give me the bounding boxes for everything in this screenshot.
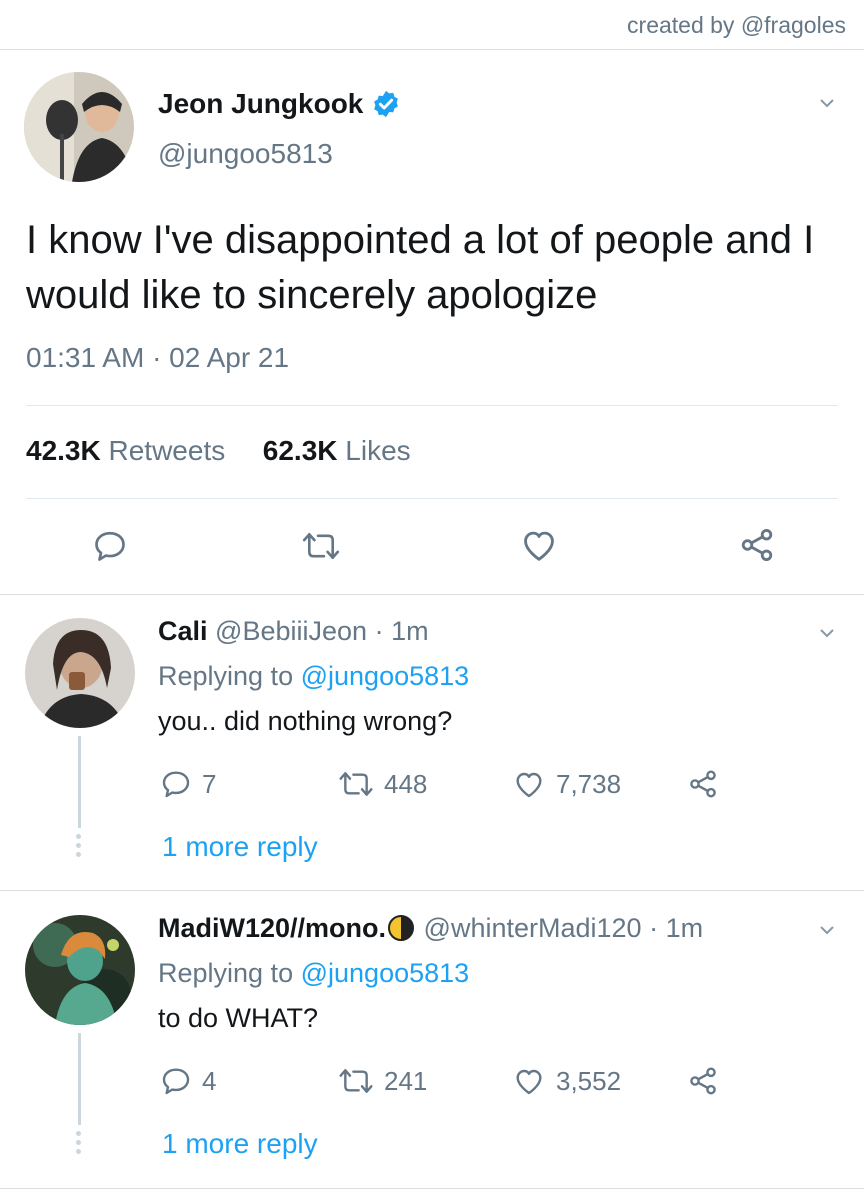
replying-to-label: Replying to (158, 958, 294, 988)
more-replies-link[interactable]: 1 more reply (162, 1128, 318, 1160)
retweet-icon[interactable] (338, 1065, 374, 1097)
likes-stat[interactable]: 62.3K Likes (263, 435, 411, 466)
more-replies-link[interactable]: 1 more reply (162, 831, 318, 863)
reply-author-name[interactable]: Cali (158, 616, 208, 646)
replying-to-link[interactable]: @jungoo5813 (301, 661, 470, 691)
replying-to: Replying to @jungoo5813 (158, 958, 469, 989)
retweet-icon[interactable] (302, 528, 340, 564)
credit-label: created by @fragoles (627, 12, 846, 38)
verified-badge-icon (374, 90, 399, 118)
share-icon[interactable] (737, 526, 777, 564)
likes-count: 62.3K (262, 435, 338, 466)
retweets-count: 42.3K (26, 435, 101, 466)
retweet-count: 241 (384, 1065, 428, 1096)
replying-to-label: Replying to (158, 661, 294, 691)
top-divider (0, 49, 864, 50)
reply-count: 4 (202, 1065, 217, 1096)
share-icon[interactable] (686, 1065, 720, 1097)
reply-icon[interactable] (92, 528, 128, 564)
reply-header: Cali @BebiiiJeon · 1m (158, 616, 429, 647)
main-tweet-divider (0, 594, 864, 595)
replying-to-link[interactable]: @jungoo5813 (301, 958, 470, 988)
retweets-label: Retweets (108, 435, 226, 466)
stats-bottom-divider (26, 498, 838, 499)
reply-text: to do WHAT? (158, 1003, 319, 1033)
chevron-down-icon[interactable] (820, 626, 834, 640)
reply-author-name[interactable]: MadiW120//mono. (158, 913, 386, 943)
separator-dot: · (374, 616, 384, 646)
reply-time[interactable]: 1m (666, 913, 704, 943)
like-icon[interactable] (512, 1065, 546, 1097)
reply-text: you.. did nothing wrong? (158, 706, 453, 736)
reply-divider (0, 890, 864, 891)
reply-avatar[interactable] (25, 618, 135, 728)
share-icon[interactable] (686, 768, 720, 800)
chevron-down-icon[interactable] (820, 923, 834, 937)
separator-dot: · (649, 913, 659, 943)
tweet-text: I know I've disappointed a lot of people… (26, 218, 815, 317)
thread-dots (76, 834, 82, 861)
retweet-count: 448 (384, 768, 428, 799)
tweet-timestamp[interactable]: 01:31 AM · 02 Apr 21 (26, 342, 289, 374)
bottom-divider (0, 1188, 864, 1189)
reply-header: MadiW120//mono. @whinterMadi120 · 1m (158, 913, 703, 944)
thread-line (78, 1033, 81, 1125)
like-icon[interactable] (519, 526, 559, 564)
reply-icon[interactable] (160, 1065, 192, 1097)
reply-action-retweet[interactable]: 241 (338, 1065, 427, 1097)
main-author-handle[interactable]: @jungoo5813 (158, 138, 333, 170)
like-count: 3,552 (556, 1065, 622, 1096)
moon-emoji-icon (388, 915, 415, 941)
reply-author-handle[interactable]: @whinterMadi120 (424, 913, 642, 943)
likes-label: Likes (345, 435, 411, 466)
like-count: 7,738 (556, 768, 622, 799)
main-author[interactable]: Jeon Jungkook (158, 88, 401, 120)
reply-time[interactable]: 1m (391, 616, 429, 646)
reply-action-like[interactable]: 3,552 (512, 1065, 621, 1097)
reply-action-retweet[interactable]: 448 (338, 768, 427, 800)
reply-icon[interactable] (160, 768, 192, 800)
retweets-stat[interactable]: 42.3K Retweets (26, 435, 225, 466)
chevron-down-icon[interactable] (820, 96, 834, 110)
reply-author-handle[interactable]: @BebiiiJeon (215, 616, 367, 646)
thread-dots (76, 1131, 82, 1158)
tweet-stats: 42.3K Retweets 62.3K Likes (26, 435, 411, 467)
replying-to: Replying to @jungoo5813 (158, 661, 469, 692)
stats-top-divider (26, 405, 838, 406)
reply-avatar[interactable] (25, 915, 135, 1025)
reply-count: 7 (202, 768, 217, 799)
reply-action-reply[interactable]: 7 (160, 768, 216, 800)
thread-line (78, 736, 81, 828)
reply-action-like[interactable]: 7,738 (512, 768, 621, 800)
main-avatar[interactable] (24, 72, 134, 182)
main-author-name[interactable]: Jeon Jungkook (158, 88, 363, 120)
reply-action-reply[interactable]: 4 (160, 1065, 216, 1097)
retweet-icon[interactable] (338, 768, 374, 800)
like-icon[interactable] (512, 768, 546, 800)
